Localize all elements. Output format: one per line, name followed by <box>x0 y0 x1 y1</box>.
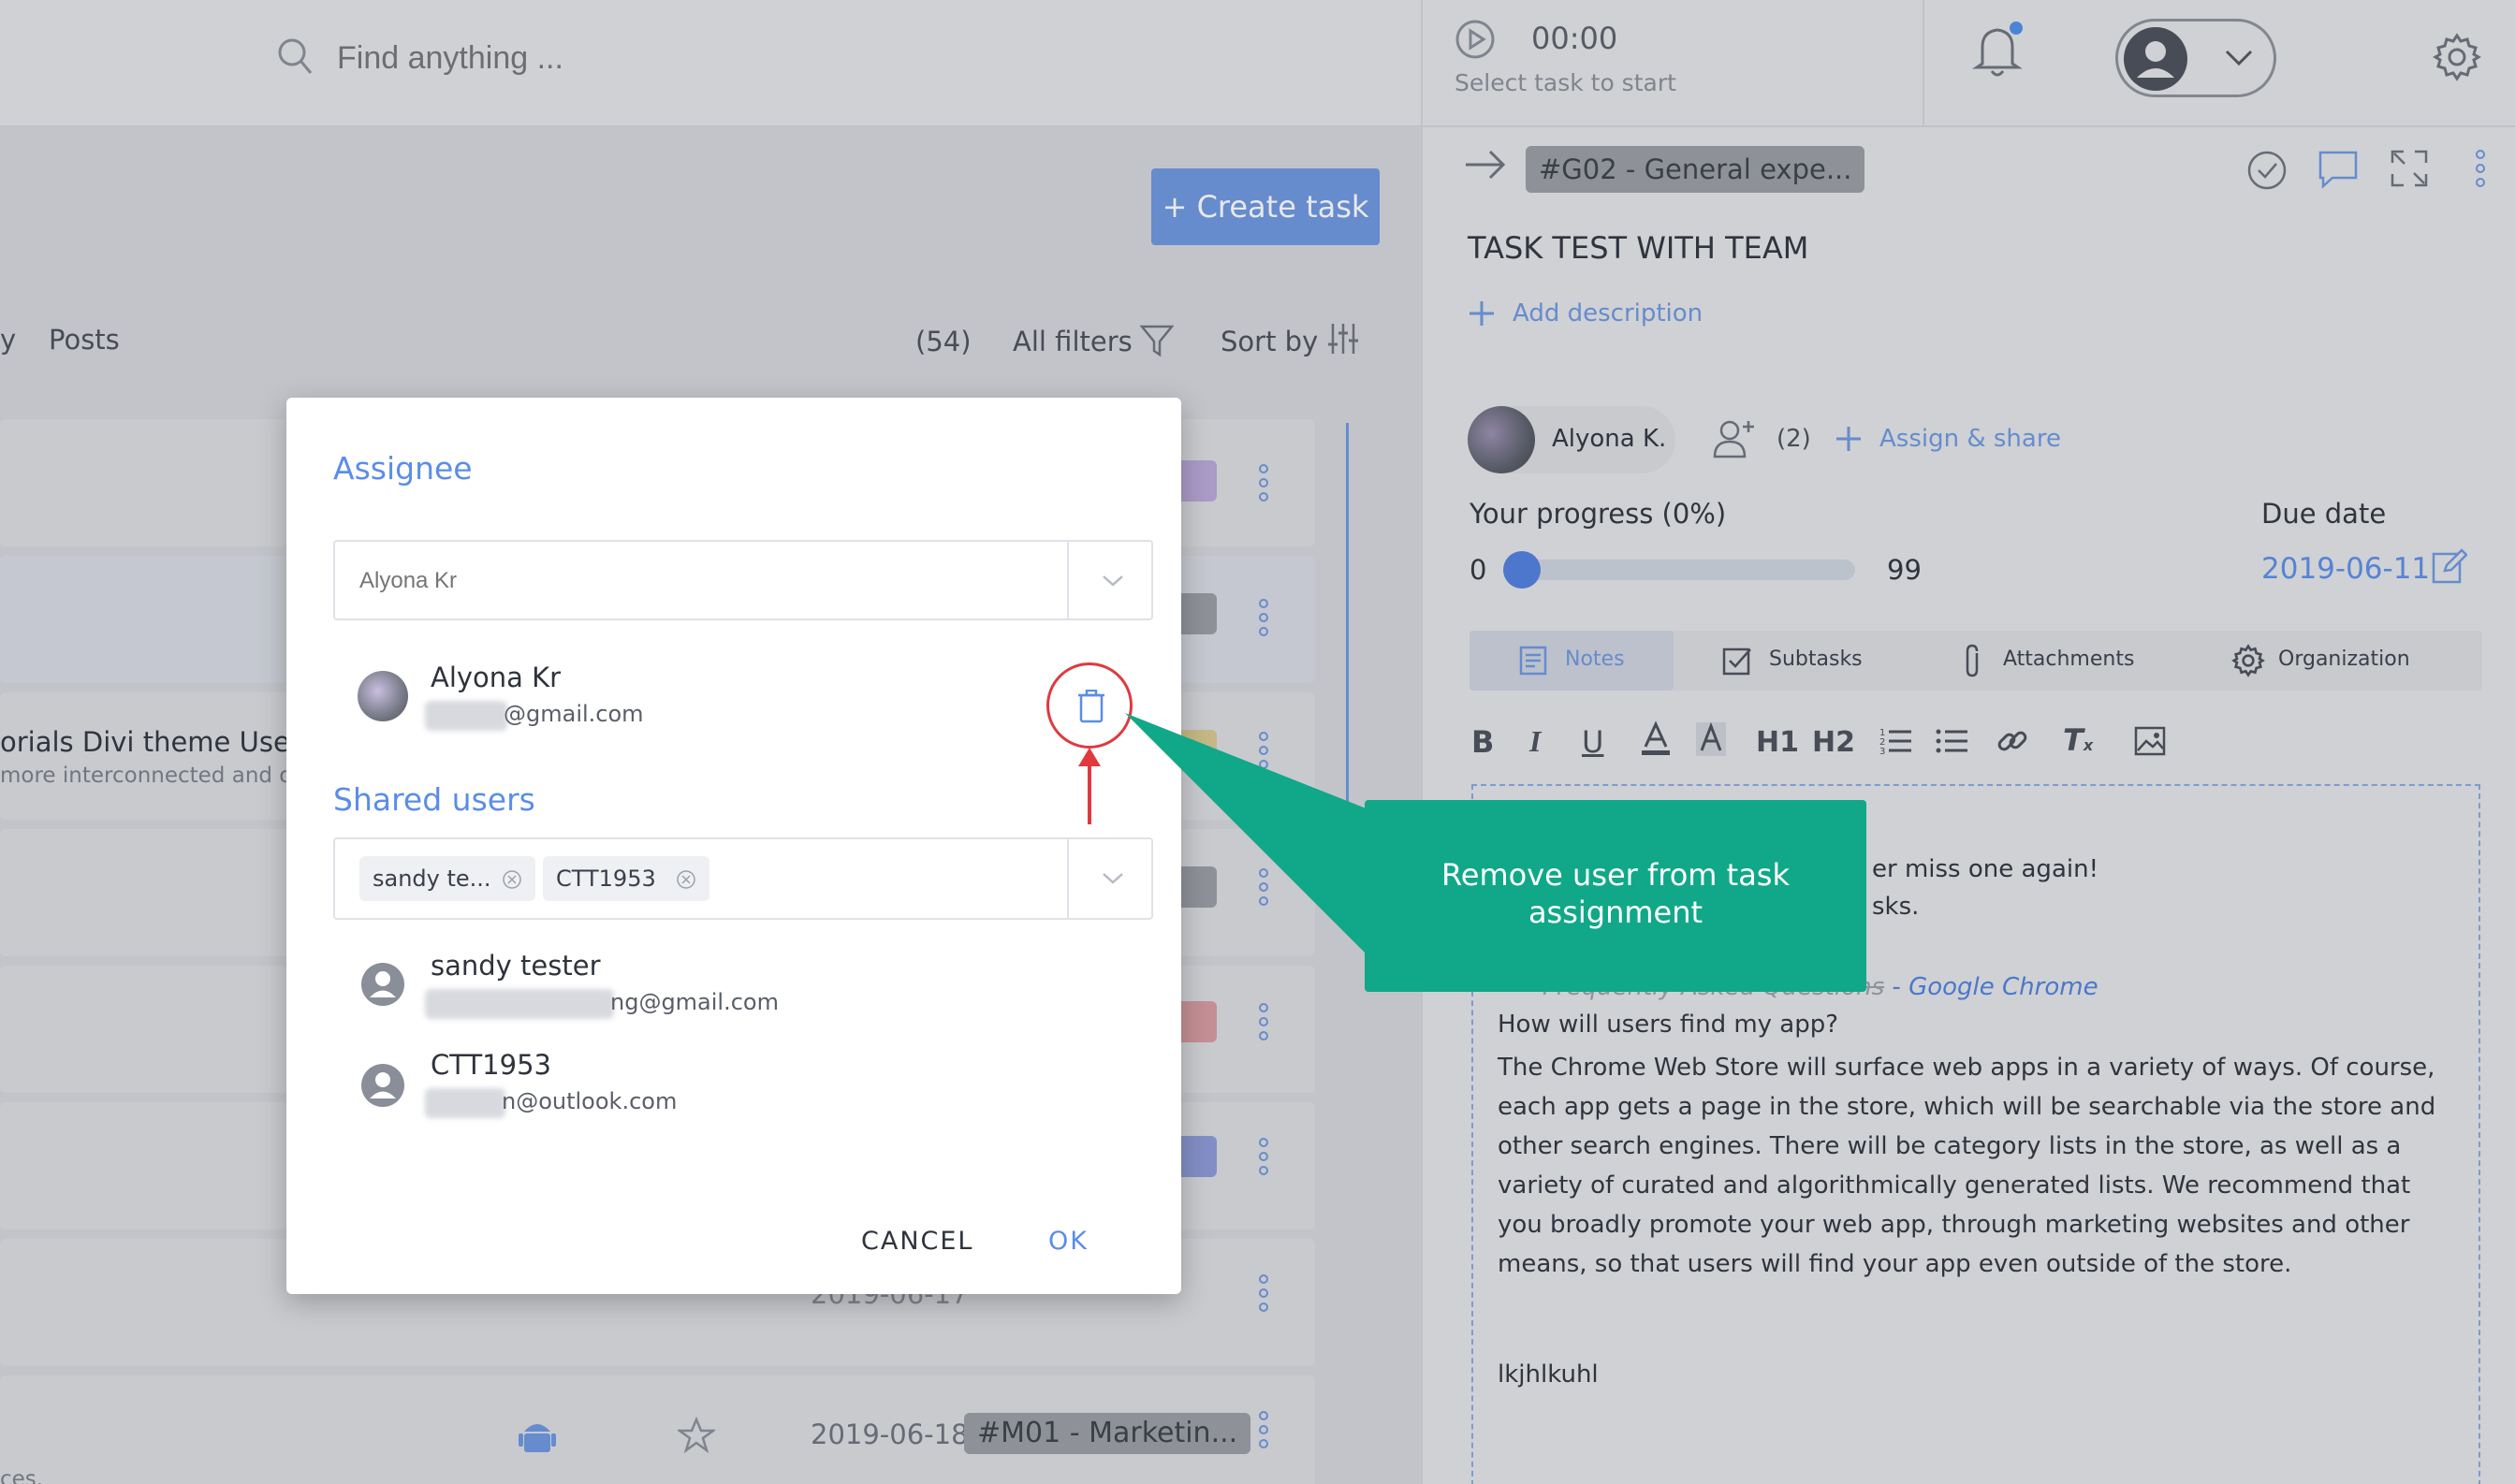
assignee-user-email: @gmail.com <box>504 701 644 727</box>
chevron-down-icon[interactable] <box>1101 574 1125 589</box>
redacted-email <box>425 989 614 1019</box>
assignee-select[interactable] <box>333 540 1153 620</box>
assignee-input[interactable] <box>359 562 1015 600</box>
ok-button[interactable]: OK <box>1048 1227 1089 1256</box>
annotation-arrow <box>1073 746 1106 824</box>
shared-users-heading: Shared users <box>333 781 535 818</box>
chip-label: CTT1953 <box>556 866 656 892</box>
trash-icon <box>1077 690 1105 723</box>
callout-text: Remove user from task assignment <box>1441 857 1790 930</box>
shared-users-select[interactable]: sandy te... CTT1953 <box>333 837 1153 920</box>
shared-user-email: ng@gmail.com <box>610 989 779 1015</box>
shared-user-email: n@outlook.com <box>502 1088 678 1114</box>
divider <box>1067 542 1069 618</box>
user-icon <box>361 1064 404 1107</box>
shared-user-chip[interactable]: CTT1953 <box>543 856 710 901</box>
user-icon <box>361 963 404 1006</box>
divider <box>1067 839 1069 918</box>
cancel-button[interactable]: CANCEL <box>861 1227 973 1256</box>
assignee-dialog: Assignee Alyona Kr @gmail.com Shared use… <box>286 398 1181 1294</box>
redacted-email <box>425 1088 505 1118</box>
close-icon[interactable] <box>676 869 696 890</box>
shared-user-name: CTT1953 <box>431 1049 551 1081</box>
assignee-heading: Assignee <box>333 450 473 487</box>
chevron-down-icon[interactable] <box>1101 871 1125 886</box>
avatar <box>358 671 408 721</box>
assignee-user-name: Alyona Kr <box>431 662 562 693</box>
shared-user-name: sandy tester <box>431 950 601 982</box>
remove-user-button[interactable] <box>1046 662 1133 749</box>
shared-user-chip[interactable]: sandy te... <box>359 856 536 901</box>
redacted-email <box>425 701 507 731</box>
chip-label: sandy te... <box>373 866 491 892</box>
annotation-callout: Remove user from task assignment <box>1365 800 1866 992</box>
close-icon[interactable] <box>502 869 522 890</box>
